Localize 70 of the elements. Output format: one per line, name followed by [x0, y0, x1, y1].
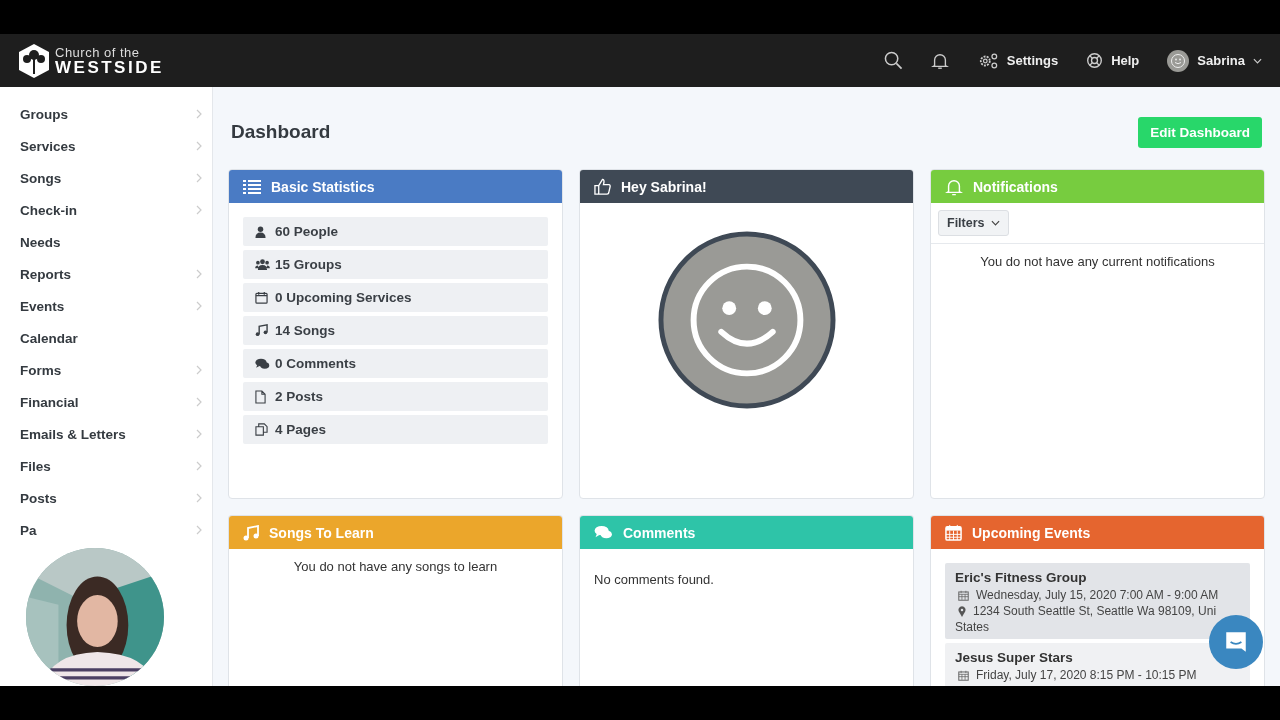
card-title: Comments: [623, 524, 696, 541]
notification-bell-icon[interactable]: [930, 51, 949, 70]
empty-message: No comments found.: [593, 571, 715, 587]
sidebar-item[interactable]: Emails & Letters: [0, 418, 212, 450]
calendar-icon: [958, 589, 969, 601]
file-icon: [255, 389, 266, 404]
lifebuoy-icon: [1086, 52, 1104, 69]
empty-message: You do not have any current notifications: [979, 253, 1216, 269]
sidebar-item[interactable]: Pa: [0, 514, 212, 546]
sidebar-item[interactable]: Check-in: [0, 194, 212, 226]
sidebar-item[interactable]: Needs: [0, 226, 212, 258]
event-location: States: [955, 619, 991, 635]
statistic-item[interactable]: 14 Songs: [243, 316, 548, 345]
sidebar-item[interactable]: Financial: [0, 386, 212, 418]
tree-logo-icon: [16, 42, 52, 79]
sidebar-item[interactable]: Forms: [0, 354, 212, 386]
bell-icon: [945, 177, 963, 196]
settings-button[interactable]: Settings: [976, 51, 1059, 70]
calendar-icon: [958, 669, 969, 681]
comments-icon: [255, 357, 270, 370]
event-item[interactable]: Jesus Super Stars Friday, July 17, 2020 8:15 PM - 10:15 PM: [945, 643, 1250, 686]
sidebar-item[interactable]: Services: [0, 130, 212, 162]
copy-icon: [255, 423, 268, 436]
calendar-icon: [945, 524, 962, 541]
music-note-icon: [255, 324, 268, 337]
sidebar-item[interactable]: Events: [0, 290, 212, 322]
event-name: Jesus Super Stars: [955, 649, 1074, 667]
caret-icon: [1253, 57, 1262, 64]
statistic-item[interactable]: 2 Posts: [243, 382, 548, 411]
group-icon: [255, 259, 270, 270]
user-menu-button[interactable]: Sabrina: [1167, 49, 1262, 72]
statistic-item[interactable]: 0 Upcoming Services: [243, 283, 548, 312]
filters-dropdown[interactable]: Filters: [938, 210, 1009, 236]
music-note-icon: [243, 524, 259, 541]
sidebar-item[interactable]: Posts: [0, 482, 212, 514]
person-icon: [255, 225, 266, 238]
map-pin-icon: [958, 605, 966, 617]
sidebar-item[interactable]: Calendar: [0, 322, 212, 354]
caret-icon: [990, 220, 1000, 226]
card-title: Hey Sabrina!: [621, 178, 707, 195]
card-title: Songs To Learn: [269, 524, 374, 541]
statistic-item[interactable]: 0 Comments: [243, 349, 548, 378]
statistic-item[interactable]: 4 Pages: [243, 415, 548, 444]
comments-icon: [594, 525, 613, 540]
thumbs-up-icon: [594, 178, 611, 195]
smiley-avatar-icon: [1167, 49, 1190, 72]
statistic-item[interactable]: 60 People: [243, 217, 548, 246]
page-title: Dashboard: [231, 121, 331, 143]
card-title: Notifications: [973, 178, 1058, 195]
card-title: Basic Statistics: [271, 178, 375, 195]
event-item[interactable]: Eric's Fitness Group Wednesday, July 15, 2020 7:00 AM - 9:00 AM 1234 South Seattle St, Seattle Wa 98109, Uni States: [945, 563, 1250, 639]
calendar-icon: [255, 291, 268, 304]
logo-title: WESTSIDE: [55, 58, 164, 76]
event-date: Wednesday, July 15, 2020 7:00 AM - 9:00 AM: [976, 587, 1219, 603]
empty-message: You do not have any songs to learn: [292, 558, 499, 574]
sidebar-item[interactable]: Groups: [0, 98, 212, 130]
event-date: Friday, July 17, 2020 8:15 PM - 10:15 PM: [976, 667, 1197, 683]
list-icon: [243, 178, 261, 195]
sidebar-item[interactable]: Reports: [0, 258, 212, 290]
chat-bubble-icon: [1223, 629, 1249, 655]
card-title: Upcoming Events: [972, 524, 1091, 541]
statistic-item[interactable]: 15 Groups: [243, 250, 548, 279]
help-button[interactable]: Help: [1086, 52, 1140, 69]
logo-subtitle: Church of the: [55, 45, 141, 59]
search-icon[interactable]: [883, 51, 903, 70]
sidebar-item[interactable]: Files: [0, 450, 212, 482]
event-location: 1234 South Seattle St, Seattle Wa 98109, Uni: [973, 603, 1217, 619]
smiley-avatar-icon: [657, 231, 836, 409]
event-name: Eric's Fitness Group: [955, 569, 1088, 587]
sidebar-item[interactable]: Songs: [0, 162, 212, 194]
